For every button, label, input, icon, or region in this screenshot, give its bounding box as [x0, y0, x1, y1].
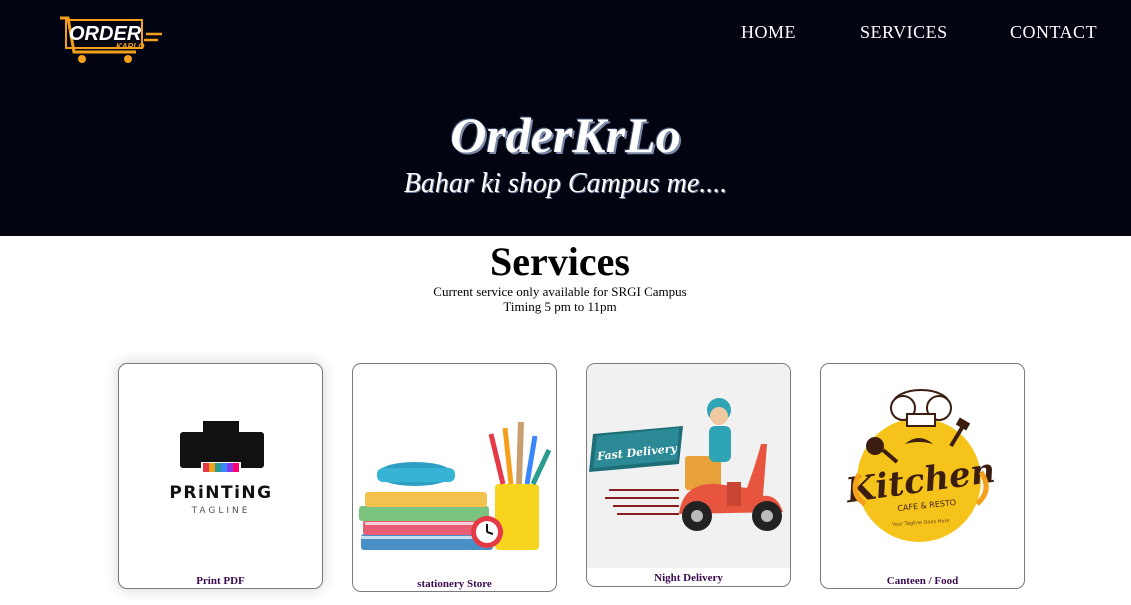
card-label-canteen-food: Canteen / Food — [886, 575, 959, 587]
hero-banner: ORDER KARLO HOME SERVICES CONTACT OrderK… — [0, 0, 1131, 236]
scooter-delivery-icon: Fast Delivery — [587, 364, 790, 568]
services-heading: Services — [490, 239, 630, 284]
service-card-canteen-food[interactable]: Kitchen CAFE & RESTO Your Tagline Goes H… — [820, 363, 1025, 589]
card-label-night-delivery: Night Delivery — [654, 572, 723, 584]
service-card-print-pdf[interactable]: PRiNTiNG TAGLINE Print PDF — [118, 363, 323, 589]
card-label-print-pdf: Print PDF — [196, 575, 245, 587]
services-subtitle-timing: Timing 5 pm to 11pm — [503, 299, 617, 314]
card-label-stationery-store: stationery Store — [417, 578, 492, 590]
printer-icon: PRiNTiNG TAGLINE — [169, 421, 272, 516]
service-card-night-delivery[interactable]: Fast Delivery Night Delivery — [586, 363, 791, 587]
svg-text:TAGLINE: TAGLINE — [191, 506, 251, 516]
brand-tagline: Bahar ki shop Campus me.... — [403, 168, 728, 199]
nav-services[interactable]: SERVICES — [860, 22, 948, 43]
svg-text:PRiNTiNG: PRiNTiNG — [169, 483, 272, 503]
nav-contact[interactable]: CONTACT — [1010, 22, 1097, 43]
chef-hat-icon: Kitchen CAFE & RESTO Your Tagline Goes H… — [843, 389, 998, 542]
services-subtitle-availability: Current service only available for SRGI … — [433, 284, 687, 299]
nav-home[interactable]: HOME — [741, 22, 796, 43]
brand-title: OrderKrLo — [450, 107, 681, 163]
service-card-stationery-store[interactable]: stationery Store — [352, 363, 557, 592]
stationery-icon — [359, 421, 552, 550]
main-nav: HOME SERVICES CONTACT — [0, 22, 1131, 46]
